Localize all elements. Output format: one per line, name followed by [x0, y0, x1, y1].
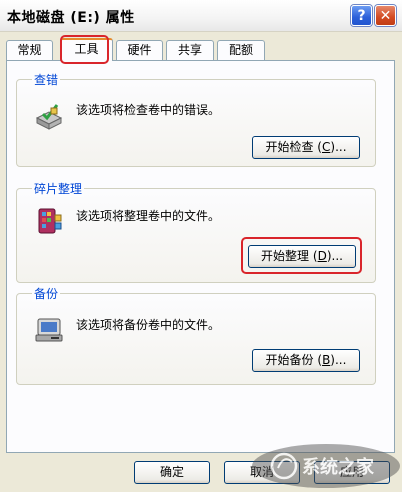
close-icon: ✕	[379, 7, 392, 24]
backup-group-label: 备份	[32, 285, 61, 302]
defrag-group-label: 碎片整理	[32, 180, 85, 197]
backup-icon	[35, 318, 63, 342]
tab-sharing-label: 共享	[177, 43, 202, 57]
tab-hardware-label: 硬件	[127, 43, 152, 57]
tab-tools-label: 工具	[74, 42, 99, 56]
tab-quota[interactable]: 配额	[217, 40, 265, 60]
tab-quota-label: 配额	[228, 43, 253, 57]
start-defrag-suffix: ...	[331, 249, 343, 263]
start-backup-suffix: ...	[334, 353, 347, 367]
backup-description: 该选项将备份卷中的文件。	[76, 318, 221, 332]
tab-general-label: 常规	[17, 43, 42, 57]
help-button[interactable]: ?	[351, 5, 372, 26]
defrag-description: 该选项将整理卷中的文件。	[76, 209, 221, 223]
close-button[interactable]: ✕	[375, 5, 396, 26]
check-group-label: 查错	[32, 71, 61, 88]
check-description: 该选项将检查卷中的错误。	[76, 103, 221, 117]
start-backup-accel: B	[322, 353, 331, 367]
start-check-accel: C	[321, 140, 331, 154]
defrag-icon	[38, 208, 62, 234]
ok-button[interactable]: 确定	[134, 461, 210, 484]
start-backup-button[interactable]: 开始备份 (B)...	[252, 349, 360, 372]
start-check-label: 开始检查	[265, 140, 314, 154]
start-defrag-button[interactable]: 开始整理 (D)...	[248, 245, 356, 268]
help-icon: ?	[357, 7, 366, 24]
start-check-button[interactable]: 开始检查 (C)...	[252, 136, 360, 159]
watermark-text: 系统之家	[302, 456, 375, 478]
start-defrag-accel: D	[317, 249, 327, 263]
tab-tools[interactable]: 工具	[60, 38, 113, 61]
start-backup-label: 开始备份	[265, 353, 314, 367]
ok-label: 确定	[159, 465, 184, 479]
start-defrag-label: 开始整理	[261, 249, 310, 263]
watermark-logo: 系统之家	[252, 444, 400, 488]
window-title: 本地磁盘 (E:) 属性	[7, 10, 135, 26]
check-disk-icon	[35, 104, 63, 130]
tab-sharing[interactable]: 共享	[166, 40, 214, 60]
defrag-group	[16, 188, 376, 283]
tab-hardware[interactable]: 硬件	[116, 40, 163, 60]
start-check-suffix: ...	[335, 140, 347, 154]
tab-general[interactable]: 常规	[6, 40, 53, 60]
title-bar: 本地磁盘 (E:) 属性 ? ✕	[0, 0, 402, 32]
